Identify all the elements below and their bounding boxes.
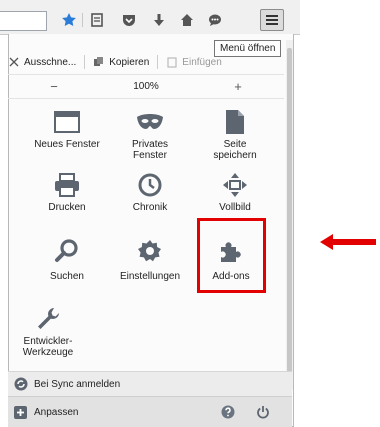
fullscreen-label: Vollbild <box>219 202 251 213</box>
help-button[interactable] <box>219 403 237 421</box>
new-window-button[interactable]: Neues Fenster <box>29 107 105 150</box>
paste-icon <box>167 57 177 68</box>
save-page-button[interactable]: Seite speichern <box>197 107 273 161</box>
bookmarks-list-icon[interactable] <box>86 9 108 31</box>
mask-icon <box>134 107 166 137</box>
browser-toolbar <box>0 0 300 35</box>
chat-icon[interactable] <box>204 9 226 31</box>
zoom-out-button[interactable]: − <box>8 79 100 94</box>
bookmark-star-icon[interactable] <box>58 9 80 31</box>
search-field[interactable] <box>0 11 47 31</box>
scrollbar[interactable] <box>286 40 293 390</box>
history-label: Chronik <box>132 202 168 213</box>
settings-label: Einstellungen <box>119 271 181 282</box>
new-window-label: Neues Fenster <box>34 139 100 150</box>
help-icon <box>221 405 235 419</box>
highlight-box <box>197 218 266 293</box>
print-label: Drucken <box>48 202 86 213</box>
paste-button[interactable]: Einfügen <box>166 56 222 68</box>
divider <box>8 98 284 99</box>
scissors-icon <box>9 57 19 67</box>
settings-button[interactable]: Einstellungen <box>112 236 188 282</box>
developer-tools-button[interactable]: Entwickler- Werkzeuge <box>10 304 86 358</box>
cut-label: Ausschne... <box>24 56 77 68</box>
copy-button[interactable]: Kopieren <box>93 56 149 68</box>
clock-icon <box>134 170 166 200</box>
wrench-icon <box>32 304 64 334</box>
toolbar-separator <box>82 13 83 27</box>
zoom-in-button[interactable]: + <box>192 79 284 94</box>
cut-button[interactable]: Ausschne... <box>8 56 76 68</box>
menu-tooltip: Menü öffnen <box>214 40 282 57</box>
private-window-button[interactable]: Privates Fenster <box>112 107 188 161</box>
divider <box>8 74 284 75</box>
hamburger-icon <box>266 15 278 25</box>
search-button[interactable]: Suchen <box>29 236 105 282</box>
gear-icon <box>134 236 166 266</box>
sync-row[interactable]: Bei Sync anmelden <box>8 371 292 396</box>
pocket-icon[interactable] <box>118 9 140 31</box>
window-icon <box>51 107 83 137</box>
power-icon <box>257 406 269 419</box>
download-icon[interactable] <box>148 9 170 31</box>
edit-separator <box>157 55 159 69</box>
search-icon <box>51 236 83 266</box>
sync-label: Bei Sync anmelden <box>34 378 121 390</box>
home-icon[interactable] <box>176 9 198 31</box>
page-icon <box>219 107 251 137</box>
arrow-left-icon <box>320 234 376 250</box>
copy-icon <box>94 57 104 66</box>
zoom-reset-button[interactable]: 100% <box>100 81 192 92</box>
customize-row: Anpassen <box>8 396 292 427</box>
scrollbar-thumb[interactable] <box>287 48 292 388</box>
fullscreen-button[interactable]: Vollbild <box>197 170 273 213</box>
customize-label: Anpassen <box>34 406 79 418</box>
developer-tools-label: Entwickler- Werkzeuge <box>22 336 74 358</box>
edit-separator <box>84 55 86 69</box>
open-menu-button[interactable] <box>260 9 284 31</box>
customize-button[interactable]: Anpassen <box>8 397 208 427</box>
quit-button[interactable] <box>254 403 272 421</box>
private-window-label: Privates Fenster <box>131 139 169 161</box>
copy-label: Kopieren <box>109 56 150 68</box>
fullscreen-icon <box>219 170 251 200</box>
zoom-controls: − 100% + <box>8 77 284 95</box>
paste-label: Einfügen <box>182 56 222 68</box>
printer-icon <box>51 170 83 200</box>
print-button[interactable]: Drucken <box>29 170 105 213</box>
save-page-label: Seite speichern <box>213 139 257 161</box>
search-label: Suchen <box>50 271 84 282</box>
history-button[interactable]: Chronik <box>112 170 188 213</box>
sync-icon <box>14 377 28 391</box>
plus-icon <box>14 405 27 419</box>
